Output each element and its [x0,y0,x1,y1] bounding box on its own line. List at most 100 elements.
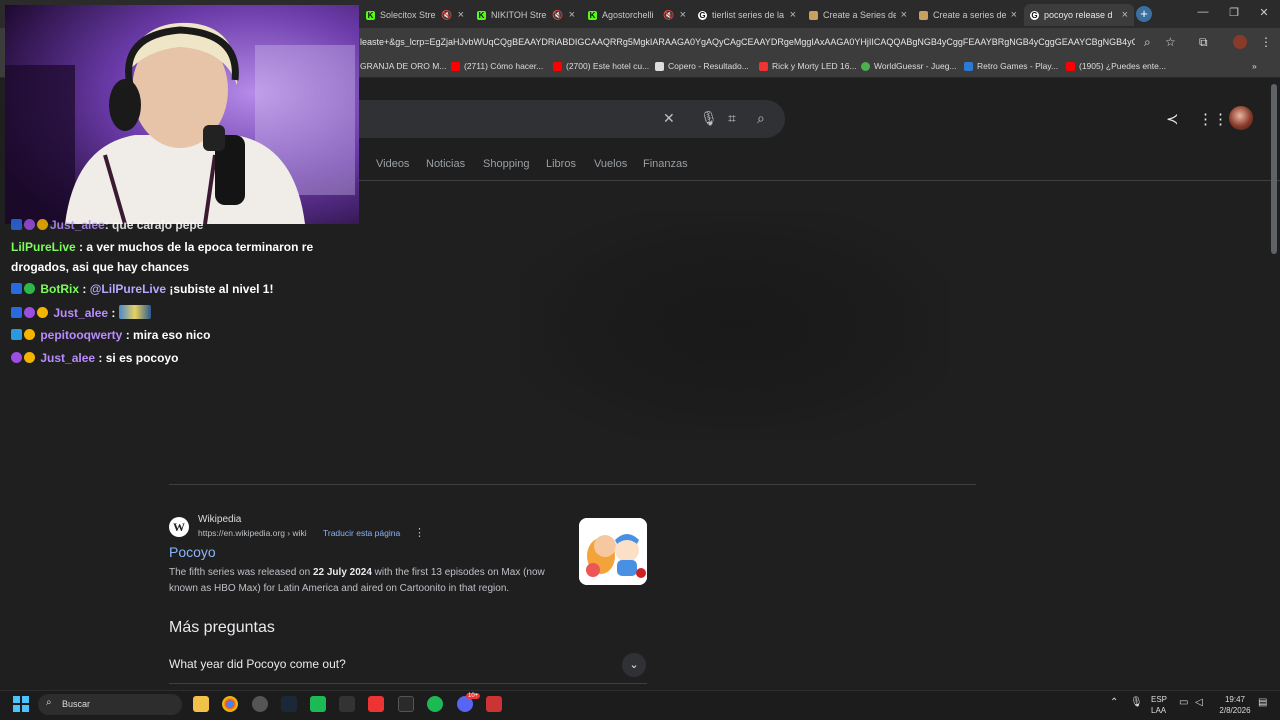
close-tab-icon[interactable]: × [1122,9,1128,21]
section-divider [169,484,976,485]
chat-message: Just_alee: que carajo pepe [11,218,203,232]
clock-date[interactable]: 2/8/2026 [1214,706,1256,715]
app-icon[interactable] [398,696,414,712]
windows-start-icon[interactable] [13,696,29,712]
more-options-icon[interactable]: ⋮ [414,526,425,539]
tiermaker-icon [809,10,818,20]
close-tab-icon[interactable]: × [569,9,575,21]
menu-icon[interactable]: ⋮ [1260,35,1272,49]
close-tab-icon[interactable]: × [458,9,464,21]
close-tab-icon[interactable]: × [1011,9,1017,21]
bookmark-star-icon[interactable]: ☆ [1165,35,1176,49]
tab-solecitox[interactable]: K Solecitox Stre 🔇 × [360,4,470,26]
mod-badge-icon [11,283,22,294]
google-account-avatar[interactable] [1229,106,1253,130]
google-icon: G [1030,10,1039,20]
steam-icon[interactable] [281,696,297,712]
bookmark-item[interactable]: WorldGuessr - Jueg... [861,61,957,71]
tab-flights[interactable]: Vuelos [594,158,627,170]
notifications-icon[interactable]: ▤ [1258,697,1267,708]
address-bar[interactable]: leaste+&gs_lcrp=EgZjaHJvbWUqCQgBEAAYDRiA… [360,37,1135,47]
profile-avatar[interactable] [1233,35,1247,49]
youtube-icon [1066,61,1075,71]
gift-badge-icon [11,352,22,363]
sub-badge-icon [11,219,22,230]
spotify-icon[interactable] [427,696,443,712]
bookmark-item[interactable]: Copero - Resultado... [655,61,749,71]
tab-create-series-2[interactable]: Create a series de × [913,4,1023,26]
tab-news[interactable]: Noticias [426,158,465,170]
result-url[interactable]: https://en.wikipedia.org › wiki [198,528,307,538]
google-icon: G [698,10,707,20]
file-explorer-icon[interactable] [193,696,209,712]
volume-icon[interactable]: ◁ [1195,697,1203,708]
translate-link[interactable]: Traducir esta página [323,528,400,538]
extensions-icon[interactable]: ⧉ [1199,35,1208,50]
bookmark-item[interactable]: Retro Games - Play... [964,61,1058,71]
tab-title: pocoyo release d [1044,10,1113,20]
bookmark-item[interactable]: (2700) Este hotel cu... [553,61,649,71]
close-tab-icon[interactable]: × [790,9,796,21]
close-window-button[interactable]: ✕ [1257,6,1271,19]
chevron-down-icon[interactable]: ⌄ [622,653,646,677]
taskbar-search[interactable]: Buscar [38,694,182,715]
wikipedia-icon: W [169,517,189,537]
tab-create-series-1[interactable]: Create a Series de × [803,4,913,26]
chrome-icon[interactable] [222,696,238,712]
level-badge-icon [24,329,35,340]
mute-icon[interactable]: 🔇 [441,10,452,21]
tiermaker-icon [919,10,928,20]
obs-icon[interactable] [339,696,355,712]
bookmark-item[interactable]: Rick y Morty LED 16... [759,61,857,71]
windows-taskbar [0,690,1280,720]
chevron-up-icon[interactable]: ⌃ [1110,697,1118,708]
microphone-icon[interactable]: 🎙 [1130,697,1143,708]
clock-time[interactable]: 19:47 [1218,695,1252,704]
result-source[interactable]: Wikipedia [198,514,241,525]
language-indicator[interactable]: ESP [1151,695,1167,704]
tab-agostorchelli[interactable]: K Agostorchelli 🔇 × [582,4,692,26]
result-thumbnail[interactable] [579,518,647,585]
tab-books[interactable]: Libros [546,158,576,170]
mute-icon[interactable]: 🔇 [663,10,674,21]
new-tab-button[interactable]: + [1136,6,1152,22]
sub-badge-icon [11,307,22,318]
emote-image [118,305,151,319]
result-title[interactable]: Pocoyo [169,544,216,560]
close-tab-icon[interactable]: × [680,9,686,21]
lens-search-icon[interactable]: ⌗ [728,110,736,127]
search-icon[interactable]: ⌕ [757,110,765,127]
close-tab-icon[interactable]: × [901,9,907,21]
clear-search-icon[interactable]: ✕ [663,110,675,127]
search-input[interactable] [340,100,785,138]
share-icon[interactable]: ≺ [1166,110,1179,128]
language-indicator-2[interactable]: LAA [1151,706,1166,715]
app-icon[interactable] [252,696,268,712]
bookmarks-overflow[interactable]: » [1252,61,1257,71]
minimize-button[interactable]: — [1196,6,1210,18]
app-icon[interactable] [486,696,502,712]
question-item[interactable]: What year did Pocoyo come out? [169,657,346,671]
zoom-icon[interactable]: ⌕ [1144,35,1151,50]
tab-videos[interactable]: Videos [376,158,409,170]
tab-nikitoh[interactable]: K NIKITOH Stre 🔇 × [471,4,581,26]
tab-pocoyo[interactable]: G pocoyo release d × [1024,4,1134,26]
bookmark-item[interactable]: GRANJA DE ORO M... [360,61,446,71]
restore-button[interactable]: ❐ [1227,6,1241,19]
tab-finance[interactable]: Finanzas [643,158,688,170]
apps-grid-icon[interactable]: ⋮⋮ [1198,110,1228,128]
network-icon[interactable]: ▭ [1179,697,1188,708]
bookmark-item[interactable]: (2711) Cómo hacer... [451,61,543,71]
tab-title: Solecitox Stre [380,10,436,20]
notification-badge: 10+ [466,693,481,699]
voice-search-icon[interactable]: 🎙 [700,110,718,127]
mute-icon[interactable]: 🔇 [552,10,563,21]
tab-tierlist[interactable]: G tierlist series de la × [692,4,802,26]
chat-message-continued: drogados, asi que hay chances [11,260,190,274]
bookmark-item[interactable]: (1905) ¿Puedes ente... [1066,61,1166,71]
tab-shopping[interactable]: Shopping [483,158,530,170]
kick-icon: K [477,10,486,20]
app-icon[interactable] [368,696,384,712]
page-scrollbar[interactable] [1271,84,1277,254]
kick-app-icon[interactable] [310,696,326,712]
